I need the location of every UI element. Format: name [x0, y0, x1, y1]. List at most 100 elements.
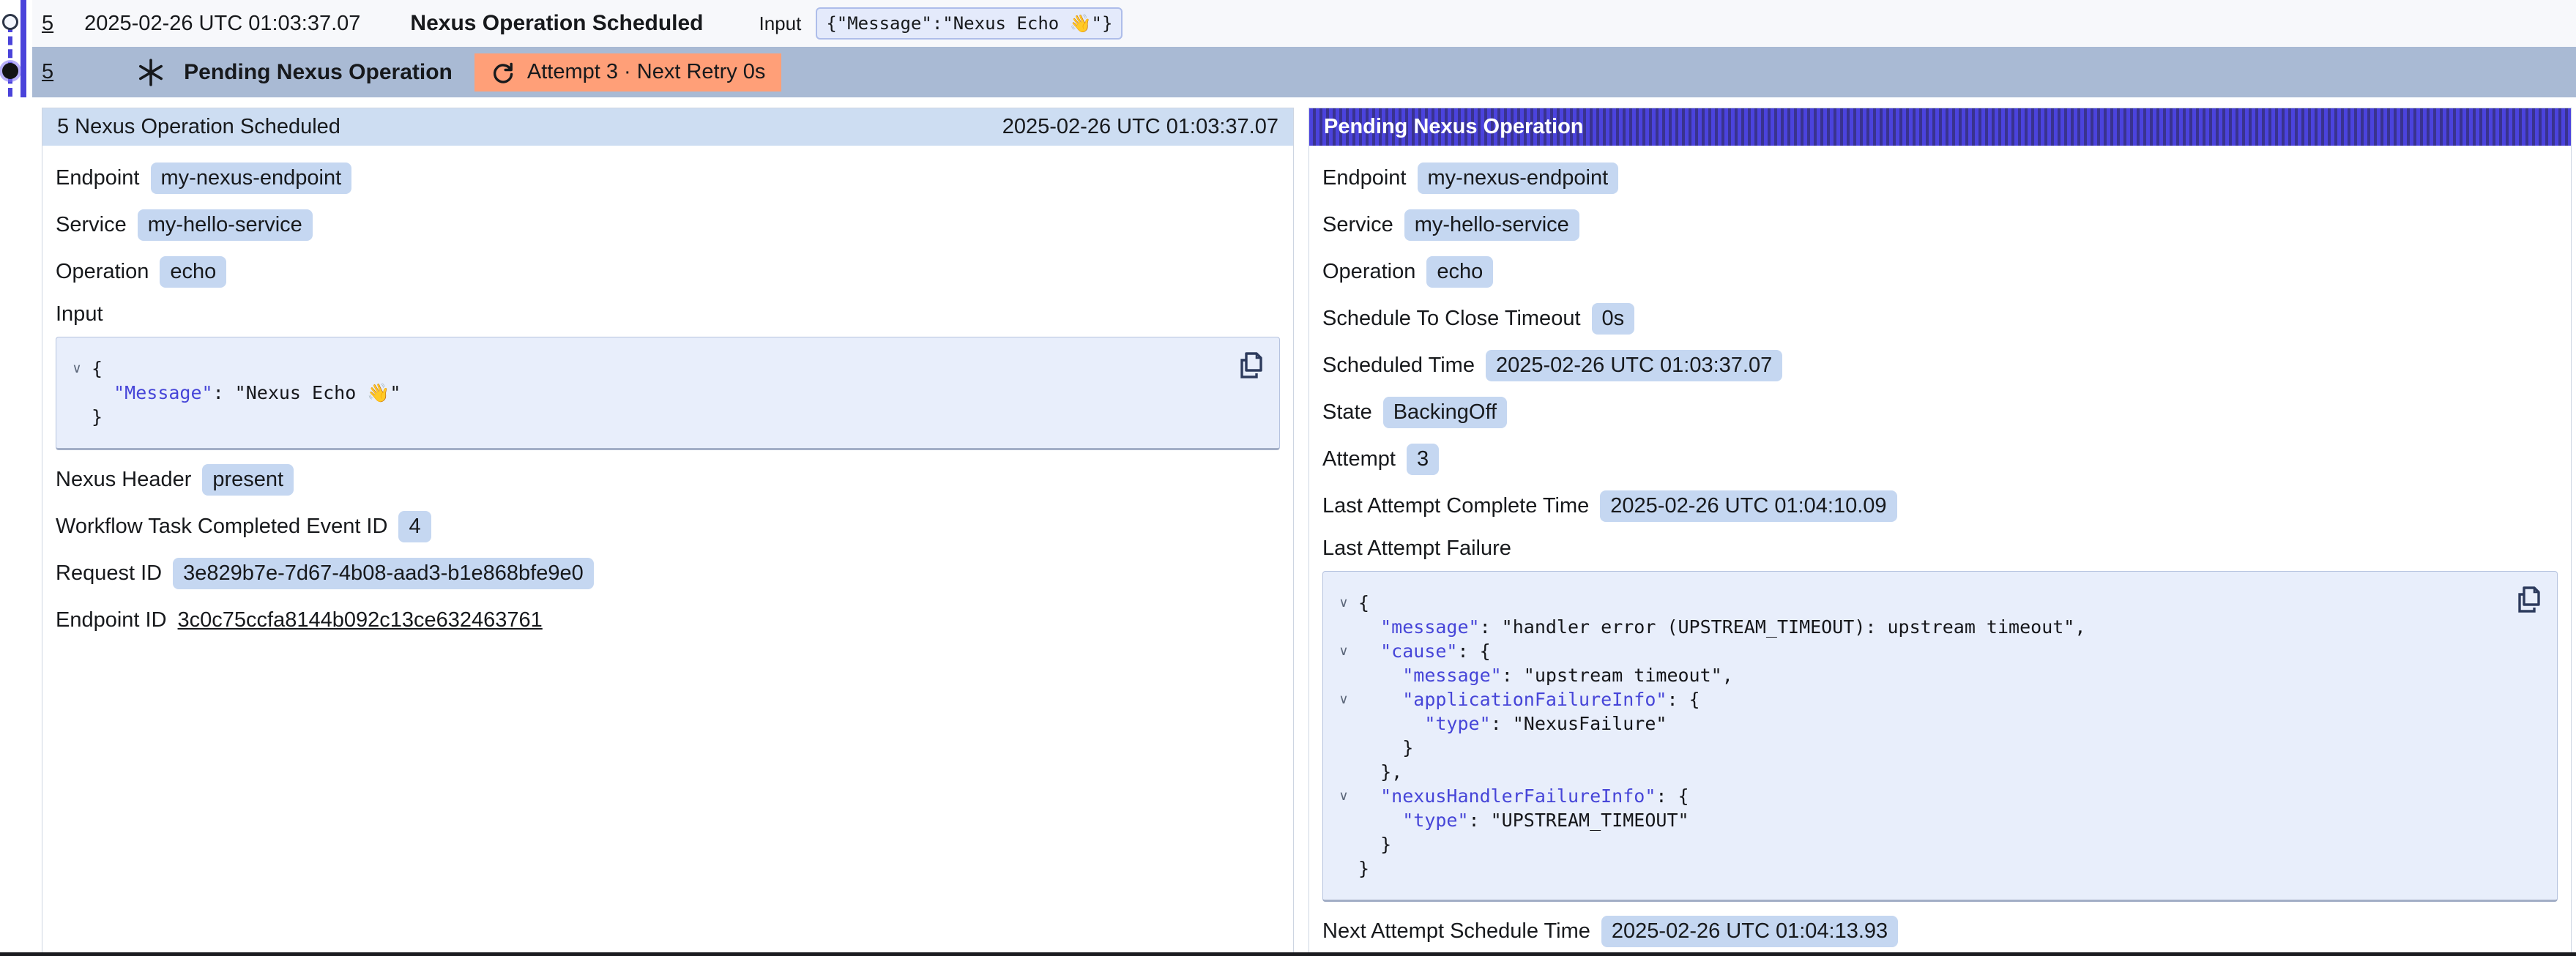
- json-text: : "upstream timeout",: [1502, 663, 1733, 687]
- field-label: Service: [56, 213, 127, 237]
- scheduled-time-value-badge: 2025-02-26 UTC 01:03:37.07: [1486, 350, 1782, 381]
- event-row-pending[interactable]: 5 Pending Nexus Operation Attempt 3 · Ne…: [32, 47, 2576, 97]
- code-gutter: [62, 381, 92, 405]
- pending-panel-header: Pending Nexus Operation: [1309, 108, 2571, 146]
- retry-icon: [491, 59, 515, 86]
- json-key: "type": [1402, 808, 1468, 832]
- field-row-service: Servicemy-hello-service: [1322, 209, 2558, 241]
- code-gutter: [1329, 832, 1358, 856]
- collapse-chevron-icon[interactable]: ∨: [1329, 784, 1358, 808]
- pending-event-id-link[interactable]: 5: [42, 60, 53, 84]
- json-key: "message": [1380, 615, 1479, 639]
- pending-asterisk-icon: [137, 58, 165, 87]
- endpoint-id-link[interactable]: 3c0c75ccfa8144b092c13ce632463761: [178, 608, 543, 632]
- field-label: Operation: [1322, 260, 1415, 284]
- json-line: "message": "upstream timeout",: [1329, 663, 2506, 687]
- attempt-value-badge: 3: [1407, 444, 1439, 475]
- json-line: ∨ "applicationFailureInfo": {: [1329, 687, 2506, 712]
- json-line: ∨ "nexusHandlerFailureInfo": {: [1329, 784, 2506, 808]
- code-gutter: [1329, 712, 1358, 736]
- collapse-chevron-icon[interactable]: ∨: [62, 356, 92, 381]
- field-label: Next Attempt Schedule Time: [1322, 919, 1590, 944]
- scheduled-fields-bottom: Nexus HeaderpresentWorkflow Task Complet…: [56, 463, 1280, 636]
- field-label: Request ID: [56, 561, 162, 586]
- json-line: ∨{: [62, 356, 1228, 381]
- field-label: Endpoint: [56, 166, 140, 190]
- state-value-badge: BackingOff: [1383, 397, 1507, 428]
- field-row-state: State BackingOff: [1322, 396, 2558, 428]
- timeline-node-current-icon: [2, 63, 18, 79]
- json-text: : "NexusFailure": [1491, 712, 1667, 736]
- field-row-endpoint: Endpoint my-nexus-endpoint: [56, 162, 1280, 194]
- json-key: "Message": [113, 381, 212, 405]
- json-line: "message": "handler error (UPSTREAM_TIME…: [1329, 615, 2506, 639]
- field-row-operation: Operationecho: [56, 255, 1280, 288]
- scheduled-panel-header: 5 Nexus Operation Scheduled 2025-02-26 U…: [42, 108, 1293, 146]
- schedule-to-close-timeout-value-badge: 0s: [1592, 303, 1635, 335]
- copy-icon[interactable]: [1237, 349, 1266, 381]
- scheduled-fields-top: Endpoint my-nexus-endpoint Servicemy-hello…: [56, 162, 1280, 288]
- event-row-scheduled[interactable]: 5 2025-02-26 UTC 01:03:37.07 Nexus Opera…: [32, 0, 2576, 47]
- code-gutter: [1329, 760, 1358, 784]
- field-row-next-attempt-schedule-time: Next Attempt Schedule Time 2025-02-26 UTC…: [1322, 915, 2558, 947]
- failure-json-viewer: ∨{ "message": "handler error (UPSTREAM_T…: [1322, 571, 2558, 902]
- field-label: Last Attempt Complete Time: [1322, 494, 1589, 518]
- timeline-dashed-connector: [8, 23, 12, 97]
- json-line: }: [1329, 736, 2506, 760]
- failure-section-label: Last Attempt Failure: [1322, 537, 2558, 561]
- code-gutter: [1329, 808, 1358, 832]
- field-label: Schedule To Close Timeout: [1322, 307, 1581, 331]
- scheduled-panel-title: 5 Nexus Operation Scheduled: [57, 115, 340, 139]
- pending-fields-top: Endpoint my-nexus-endpoint Servicemy-hello…: [1322, 162, 2558, 522]
- json-text: : {: [1667, 687, 1700, 712]
- bottom-edge-strip: [0, 952, 2576, 956]
- endpoint-value-badge: my-nexus-endpoint: [151, 163, 352, 194]
- collapse-chevron-icon[interactable]: ∨: [1329, 591, 1358, 615]
- json-line: ∨{: [1329, 591, 2506, 615]
- scheduled-event-details-panel: 5 Nexus Operation Scheduled 2025-02-26 U…: [42, 108, 1294, 956]
- collapse-chevron-icon[interactable]: ∨: [1329, 639, 1358, 663]
- field-row-scheduled-time: Scheduled Time2025-02-26 UTC 01:03:37.07: [1322, 349, 2558, 381]
- timeline-active-bar: [21, 0, 26, 97]
- input-json-viewer: ∨{ "Message": "Nexus Echo 👋"}: [56, 337, 1280, 450]
- code-gutter: [1329, 615, 1358, 639]
- json-text: }: [92, 405, 103, 429]
- field-row-nexus-header: Nexus Headerpresent: [56, 463, 1280, 496]
- field-label: Endpoint ID: [56, 608, 167, 632]
- next-attempt-schedule-time-value-badge: 2025-02-26 UTC 01:04:13.93: [1601, 916, 1898, 947]
- json-key: "cause": [1380, 639, 1457, 663]
- retry-attempt-badge: Attempt 3 · Next Retry 0s: [474, 53, 782, 92]
- collapse-chevron-icon[interactable]: ∨: [1329, 687, 1358, 712]
- json-key: "type": [1424, 712, 1490, 736]
- json-text: {: [92, 356, 103, 381]
- json-text: [1358, 784, 1380, 808]
- json-text: [1358, 712, 1424, 736]
- json-key: "nexusHandlerFailureInfo": [1380, 784, 1656, 808]
- json-line: },: [1329, 760, 2506, 784]
- field-label: Attempt: [1322, 447, 1396, 471]
- copy-icon[interactable]: [2514, 583, 2544, 616]
- event-id-link[interactable]: 5: [42, 12, 53, 36]
- pending-panel-title: Pending Nexus Operation: [1324, 115, 1584, 139]
- json-line: }: [1329, 856, 2506, 881]
- json-text: {: [1358, 591, 1369, 615]
- json-text: [1358, 808, 1402, 832]
- field-label: State: [1322, 400, 1372, 425]
- code-gutter: [1329, 736, 1358, 760]
- code-gutter: [62, 405, 92, 429]
- field-row-endpoint-id: Endpoint ID 3c0c75ccfa8144b092c13ce632463…: [56, 604, 1280, 636]
- json-text: : {: [1457, 639, 1490, 663]
- field-label: Endpoint: [1322, 166, 1407, 190]
- json-text: }: [1358, 856, 1369, 881]
- request-id-value-badge: 3e829b7e-7d67-4b08-aad3-b1e868bfe9e0: [173, 558, 594, 589]
- pending-operation-details-panel: Pending Nexus Operation Endpoint my-nexus…: [1309, 108, 2572, 956]
- field-row-service: Servicemy-hello-service: [56, 209, 1280, 241]
- endpoint-value-badge: my-nexus-endpoint: [1418, 163, 1619, 194]
- json-text: : "handler error (UPSTREAM_TIMEOUT): ups…: [1480, 615, 2086, 639]
- pending-panel-body: Endpoint my-nexus-endpoint Servicemy-hello…: [1309, 146, 2571, 947]
- last-attempt-complete-time-value-badge: 2025-02-26 UTC 01:04:10.09: [1600, 490, 1896, 522]
- service-value-badge: my-hello-service: [1404, 209, 1579, 241]
- field-row-schedule-to-close-timeout: Schedule To Close Timeout 0s: [1322, 302, 2558, 335]
- field-row-request-id: Request ID 3e829b7e-7d67-4b08-aad3-b1e868…: [56, 557, 1280, 589]
- json-text: }: [1358, 832, 1391, 856]
